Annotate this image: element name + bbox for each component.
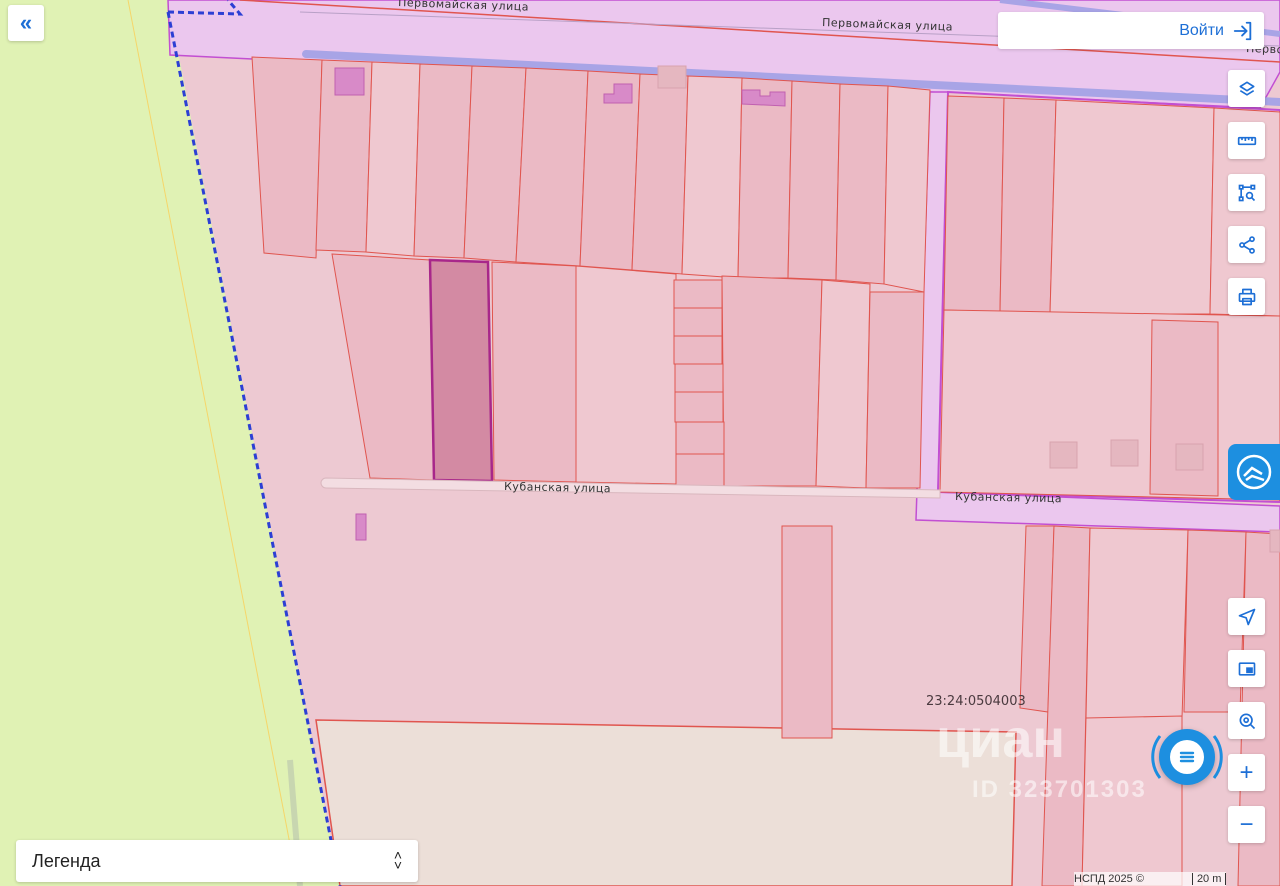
picture-in-picture-icon xyxy=(1238,661,1255,676)
chat-button[interactable] xyxy=(1146,716,1228,798)
zoom-out-button[interactable]: − xyxy=(1228,806,1265,843)
parcel-stack xyxy=(673,279,725,487)
login-label: Войти xyxy=(1179,21,1224,39)
minus-icon: − xyxy=(1239,810,1254,838)
login-button[interactable]: Войти xyxy=(998,12,1264,49)
legend-label: Легенда xyxy=(32,850,101,871)
area-search-button[interactable] xyxy=(1228,174,1265,211)
chat-core xyxy=(1159,729,1215,785)
target-search-icon xyxy=(1239,713,1255,729)
chevron-up-down-icon: ˄ ˅ xyxy=(393,847,402,873)
legend-dropdown[interactable]: Легенда ˄ ˅ xyxy=(16,840,418,882)
login-icon xyxy=(1233,21,1252,40)
building-ghost xyxy=(1269,529,1280,553)
measure-button[interactable] xyxy=(1228,122,1265,159)
printer-icon xyxy=(1238,288,1255,305)
street-label-kubanskaya-right: Кубанская улица xyxy=(955,490,1062,505)
parcel-row-middle xyxy=(331,253,925,489)
chat-bubble-icon xyxy=(1170,740,1204,774)
attribution-source: НСПД 2025 © xyxy=(1074,873,1144,885)
cadastral-block-label: 23:24:0504003 xyxy=(926,694,1026,709)
plus-icon: + xyxy=(1239,758,1254,786)
side-panel-tab[interactable] xyxy=(1228,444,1280,500)
geolocation-button[interactable] xyxy=(1228,598,1265,635)
share-icon xyxy=(1238,235,1255,254)
layers-icon xyxy=(1239,81,1254,96)
locate-search-button[interactable] xyxy=(1228,702,1265,739)
collapse-panel-button[interactable]: « xyxy=(8,5,44,41)
area-search-icon xyxy=(1238,184,1255,201)
street-label-kubanskaya-left: Кубанская улица xyxy=(504,480,611,495)
share-button[interactable] xyxy=(1228,226,1265,263)
map-book-icon xyxy=(1236,454,1272,490)
parcel-lower xyxy=(315,719,1017,886)
building-ghost xyxy=(1049,439,1204,471)
double-chevron-left-icon: « xyxy=(19,10,33,35)
zoom-in-button[interactable]: + xyxy=(1228,754,1265,791)
minimap-button[interactable] xyxy=(1228,650,1265,687)
map-attribution: НСПД 2025 © 20 m xyxy=(1074,872,1227,886)
map-canvas[interactable]: Первомайская улица Первомайская улица Пе… xyxy=(0,0,1280,886)
selected-parcel[interactable] xyxy=(428,258,494,483)
building-ghost xyxy=(657,65,687,89)
layers-button[interactable] xyxy=(1228,70,1265,107)
ruler-icon xyxy=(1237,136,1256,145)
print-button[interactable] xyxy=(1228,278,1265,315)
scale-bar: 20 m xyxy=(1191,873,1227,885)
navigation-arrow-icon xyxy=(1238,608,1255,625)
